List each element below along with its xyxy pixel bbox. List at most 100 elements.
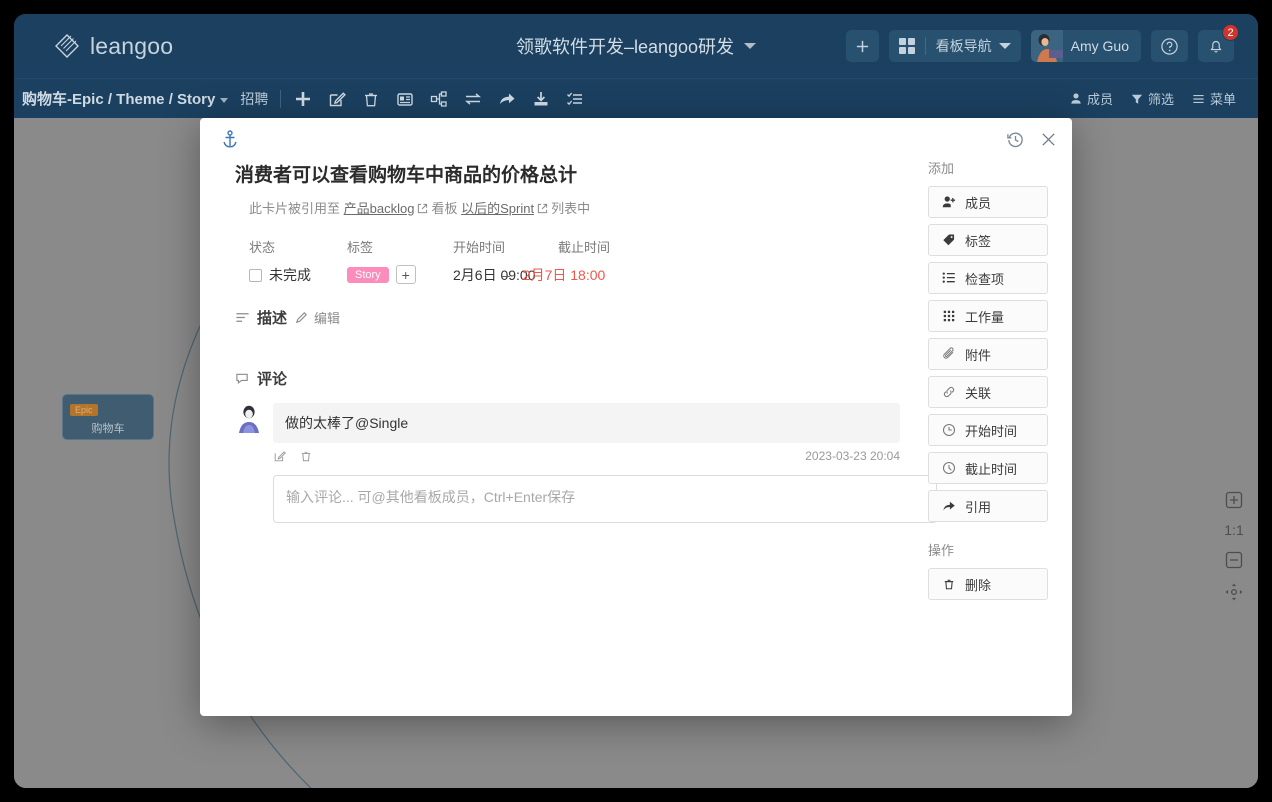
sidebar-add-tag-label: 标签 (965, 231, 991, 250)
breadcrumb-right-actions: 成员 筛选 菜单 (1070, 89, 1236, 108)
meta-due-time: 截止时间 – 2月7日 18:00 (558, 237, 678, 285)
label-tag[interactable]: Story (347, 267, 389, 283)
breadcrumb-bar: 购物车-Epic / Theme / Story 招聘 (14, 78, 1258, 118)
user-menu[interactable]: Amy Guo (1031, 30, 1141, 62)
checklist-icon[interactable] (565, 89, 585, 109)
menu-label: 菜单 (1210, 89, 1236, 108)
trash-icon (942, 577, 956, 591)
status-header: 状态 (249, 237, 347, 256)
clock-due-icon (942, 461, 956, 475)
trash-icon[interactable] (361, 89, 381, 109)
member-add-icon (942, 195, 956, 209)
status-value-wrap[interactable]: 未完成 (249, 265, 347, 285)
breadcrumb-sub-label[interactable]: 招聘 (240, 89, 268, 109)
download-icon[interactable] (531, 89, 551, 109)
members-button[interactable]: 成员 (1070, 89, 1113, 108)
sidebar-delete-button[interactable]: 删除 (928, 568, 1048, 600)
due-time-value[interactable]: 2月7日 18:00 (523, 265, 606, 285)
leangoo-diamond-logo-icon (54, 33, 80, 59)
label-value-wrap: Story + (347, 265, 453, 284)
reference-middle: 看板 (431, 201, 457, 216)
checkbox-unchecked-icon[interactable] (249, 269, 262, 282)
pencil-icon (294, 310, 309, 325)
sidebar-add-link[interactable]: 关联 (928, 376, 1048, 408)
sidebar-add-tag[interactable]: 标签 (928, 224, 1048, 256)
edit-square-icon[interactable] (273, 449, 287, 463)
reference-suffix: 列表中 (551, 201, 590, 216)
status-value: 未完成 (269, 265, 311, 285)
sidebar-add-due-time-label: 截止时间 (965, 459, 1017, 478)
comment-bubble-icon (235, 371, 250, 386)
due-time-row: – 2月7日 18:00 (558, 265, 678, 285)
sidebar-add-start-time-label: 开始时间 (965, 421, 1017, 440)
canvas-card[interactable]: Epic 购物车 (62, 394, 154, 440)
user-name: Amy Guo (1071, 38, 1129, 54)
share-arrow-icon[interactable] (497, 89, 517, 109)
user-icon (1070, 92, 1082, 105)
sidebar-add-start-time[interactable]: 开始时间 (928, 414, 1048, 446)
sidebar-add-link-label: 关联 (965, 383, 991, 402)
reference-link-sprint[interactable]: 以后的Sprint (461, 201, 534, 216)
sidebar-add-workload-label: 工作量 (965, 307, 1004, 326)
board-title[interactable]: 领歌软件开发–leangoo研发 (516, 33, 756, 59)
breadcrumb-toolbar (293, 89, 585, 109)
edit-square-icon[interactable] (327, 89, 347, 109)
add-label-button[interactable]: + (396, 265, 416, 284)
sidebar-add-checklist-label: 检查项 (965, 269, 1004, 288)
chevron-down-icon (220, 98, 228, 103)
external-link-icon (537, 203, 548, 214)
description-title: 描述 (257, 307, 287, 328)
sidebar-action-header: 操作 (928, 540, 1048, 559)
add-button[interactable] (846, 30, 879, 62)
sidebar-add-member[interactable]: 成员 (928, 186, 1048, 218)
sidebar-add-attachment[interactable]: 附件 (928, 338, 1048, 370)
notifications-button[interactable]: 2 (1198, 30, 1234, 62)
filter-button[interactable]: 筛选 (1131, 89, 1174, 108)
description-edit-button[interactable]: 编辑 (294, 308, 340, 327)
grid-icon (899, 38, 915, 54)
card-detail-modal: 消费者可以查看购物车中商品的价格总计 此卡片被引用至 产品backlog看板 以… (200, 118, 1072, 716)
comments-title: 评论 (257, 368, 287, 389)
sitemap-icon[interactable] (429, 89, 449, 109)
brand-logo-group[interactable]: leangoo (54, 33, 173, 60)
bell-icon (1207, 37, 1225, 55)
board-nav-button[interactable]: 看板导航 (889, 30, 1021, 62)
plus-icon[interactable] (293, 89, 313, 109)
card-title: 消费者可以查看购物车中商品的价格总计 (235, 160, 900, 187)
label-header: 标签 (347, 237, 453, 256)
sidebar-add-checklist[interactable]: 检查项 (928, 262, 1048, 294)
plus-icon (855, 39, 870, 54)
fit-center-icon[interactable] (1224, 582, 1244, 602)
grid-icon-wrap (889, 30, 925, 62)
breadcrumb[interactable]: 购物车-Epic / Theme / Story (22, 88, 228, 109)
notification-badge: 2 (1222, 24, 1239, 41)
canvas-card-label: 购物车 (70, 420, 146, 436)
avatar[interactable] (235, 403, 263, 433)
grid-dots-icon (942, 309, 956, 323)
comment-timestamp: 2023-03-23 20:04 (805, 449, 900, 463)
divider (280, 90, 281, 108)
menu-button[interactable]: 菜单 (1192, 89, 1236, 108)
sidebar-add-quote[interactable]: 引用 (928, 490, 1048, 522)
sidebar-add-due-time[interactable]: 截止时间 (928, 452, 1048, 484)
chevron-down-icon (999, 43, 1011, 49)
zoom-ratio[interactable]: 1:1 (1224, 522, 1243, 538)
zoom-in-icon[interactable] (1224, 490, 1244, 510)
zoom-out-icon[interactable] (1224, 550, 1244, 570)
comments-section-header: 评论 (235, 368, 900, 389)
avatar (1031, 30, 1063, 62)
meta-status: 状态 未完成 (249, 237, 347, 285)
link-icon (942, 385, 956, 399)
comment-input[interactable] (273, 475, 937, 523)
swap-arrows-icon[interactable] (463, 89, 483, 109)
board-title-text: 领歌软件开发–leangoo研发 (516, 33, 734, 59)
spacer (928, 528, 1048, 540)
reference-link-backlog[interactable]: 产品backlog (344, 201, 415, 216)
trash-icon[interactable] (299, 449, 313, 463)
help-button[interactable] (1151, 30, 1188, 62)
top-header: leangoo 领歌软件开发–leangoo研发 看板导航 (14, 14, 1258, 78)
sidebar-add-workload[interactable]: 工作量 (928, 300, 1048, 332)
card-icon[interactable] (395, 89, 415, 109)
clock-icon (942, 423, 956, 437)
board-nav-label: 看板导航 (936, 36, 992, 56)
